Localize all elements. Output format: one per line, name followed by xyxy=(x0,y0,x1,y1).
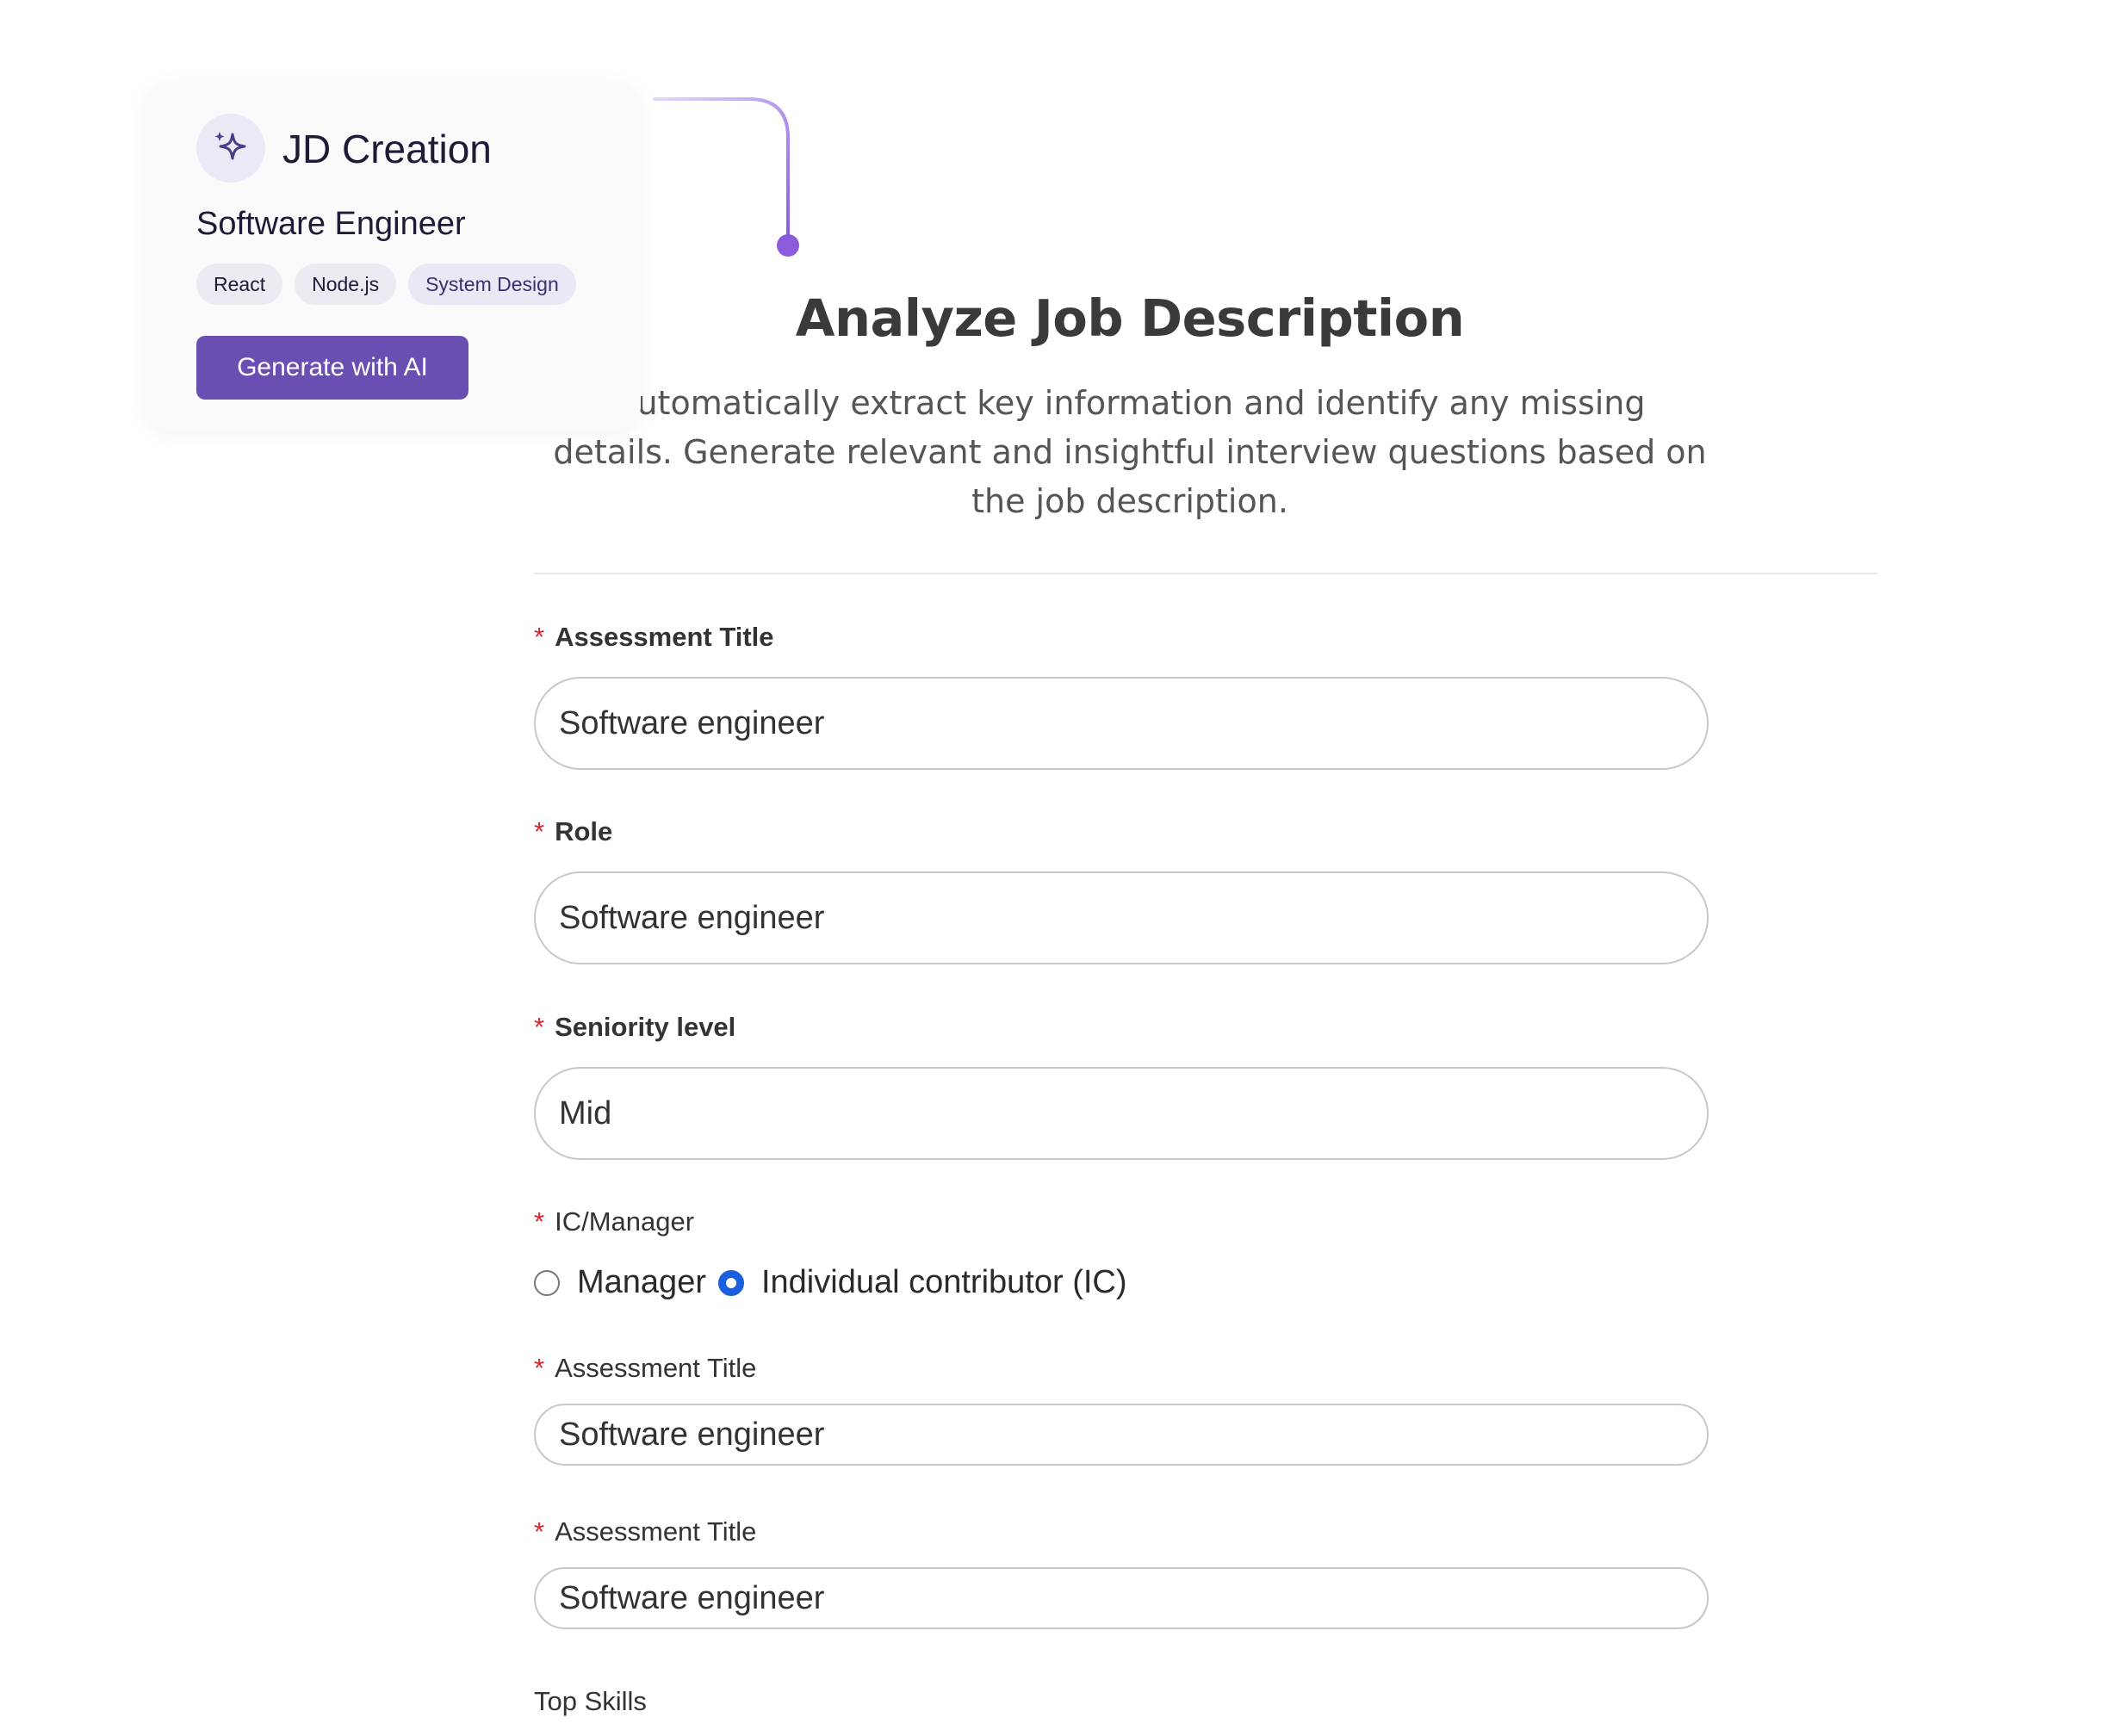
card-title: JD Creation xyxy=(282,127,492,171)
role-input[interactable]: Software engineer xyxy=(534,871,1709,964)
tag-system-design: System Design xyxy=(408,264,576,305)
required-asterisk: * xyxy=(534,622,545,652)
generate-with-ai-button[interactable]: Generate with AI xyxy=(196,336,468,400)
connector-dot xyxy=(777,234,799,257)
assessment-title-label: * Assessment Title xyxy=(534,622,774,652)
role-label: * Role xyxy=(534,816,613,846)
role-value: Software engineer xyxy=(559,899,825,936)
assessment-title-input[interactable]: Software engineer xyxy=(534,677,1709,770)
top-skills-label: Top Skills xyxy=(534,1686,647,1716)
required-asterisk: * xyxy=(534,1206,545,1237)
connector-line xyxy=(653,97,799,257)
required-asterisk: * xyxy=(534,1516,545,1547)
page-description: Automatically extract key information an… xyxy=(553,384,1707,520)
jd-creation-card: JD Creation Software Engineer React Node… xyxy=(145,83,641,431)
individual-contributor-radio[interactable] xyxy=(717,1269,744,1296)
required-asterisk: * xyxy=(534,1353,545,1383)
assessment-title-value-2: Software engineer xyxy=(559,1416,825,1453)
page-title: Analyze Job Description xyxy=(795,288,1465,348)
assessment-title-label-2: * Assessment Title xyxy=(534,1353,757,1383)
individual-contributor-radio-label[interactable]: Individual contributor (IC) xyxy=(761,1264,1127,1301)
tag-nodejs: Node.js xyxy=(295,264,397,305)
seniority-level-value: Mid xyxy=(559,1094,612,1132)
seniority-level-label: * Seniority level xyxy=(534,1012,736,1042)
required-asterisk: * xyxy=(534,816,545,846)
assessment-title-value-3: Software engineer xyxy=(559,1579,825,1616)
assessment-title-label-3: * Assessment Title xyxy=(534,1516,757,1547)
seniority-level-input[interactable]: Mid xyxy=(534,1067,1709,1160)
card-subtitle: Software Engineer xyxy=(196,206,466,242)
manager-radio-label[interactable]: Manager xyxy=(577,1264,706,1301)
assessment-title-input-2[interactable]: Software engineer xyxy=(534,1404,1709,1466)
tag-react: React xyxy=(196,264,283,305)
skill-tags: React Node.js System Design xyxy=(196,264,588,305)
ic-manager-label: * IC/Manager xyxy=(534,1206,695,1237)
ic-manager-radio-group: Manager Individual contributor (IC) xyxy=(534,1264,1139,1301)
assessment-title-input-3[interactable]: Software engineer xyxy=(534,1567,1709,1629)
divider xyxy=(534,573,1877,574)
sparkle-icon xyxy=(196,114,265,183)
manager-radio[interactable] xyxy=(534,1269,560,1296)
required-asterisk: * xyxy=(534,1012,545,1042)
assessment-title-value: Software engineer xyxy=(559,704,825,741)
